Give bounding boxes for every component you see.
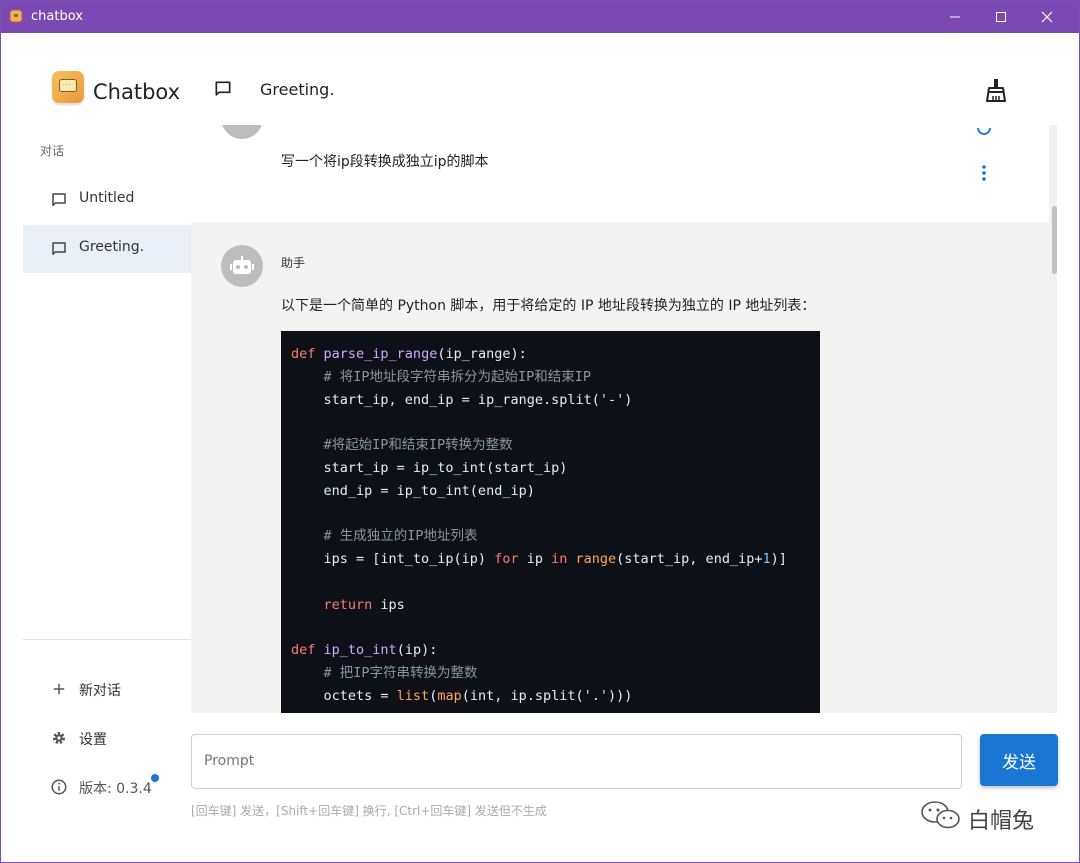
settings-button[interactable]: 设置 xyxy=(23,717,191,761)
prompt-input[interactable] xyxy=(204,753,944,769)
sidebar: ··· Chatbox 对话 Untitled Greeting. 新对话 设置… xyxy=(23,33,191,862)
conversations-section-label: 对话 xyxy=(40,144,65,158)
sidebar-item-greeting[interactable]: Greeting. xyxy=(23,225,191,273)
code-line: #将起始IP和结束IP转换为整数 xyxy=(323,437,513,454)
keyboard-hint: [回车键] 发送，[Shift+回车键] 换行, [Ctrl+回车键] 发送但不… xyxy=(191,804,547,818)
chat-bubble-icon xyxy=(52,193,66,206)
sidebar-item-untitled[interactable]: Untitled xyxy=(23,176,191,224)
clean-button[interactable] xyxy=(985,78,1007,106)
user-avatar xyxy=(221,125,263,139)
close-button[interactable] xyxy=(1024,1,1070,33)
watermark-text: 白帽兔 xyxy=(968,809,1035,834)
new-chat-button[interactable]: 新对话 xyxy=(23,668,191,712)
assistant-message-text: 以下是一个简单的 Python 脚本，用于将给定的 IP 地址段转换为独立的 I… xyxy=(281,298,816,314)
close-icon xyxy=(1041,11,1053,23)
send-button[interactable]: 发送 xyxy=(980,734,1058,786)
scrollbar-thumb[interactable] xyxy=(1052,206,1057,274)
broom-icon xyxy=(986,79,1006,102)
code-content: def parse_ip_range(ip_range): # 将IP地址段字符… xyxy=(291,343,787,708)
title-bar: chatbox xyxy=(1,1,1079,33)
code-line: # 将IP地址段字符串拆分为起始IP和结束IP xyxy=(323,368,592,385)
code-line: start_ip = ip_to_int(start_ip) xyxy=(291,459,568,476)
user-message: 写一个将ip段转换成独立ip的脚本 xyxy=(191,125,1055,222)
code-line: start_ip, end_ip = ip_range.split('-') xyxy=(291,391,633,408)
version-item[interactable]: 版本: 0.3.4 xyxy=(23,766,191,810)
assistant-avatar xyxy=(221,245,263,287)
maximize-icon xyxy=(996,12,1006,22)
code-line: end_ip = ip_to_int(end_ip) xyxy=(291,482,535,499)
code-block: def parse_ip_range(ip_range): # 将IP地址段字符… xyxy=(281,331,820,713)
more-vertical-icon[interactable] xyxy=(979,163,989,183)
gear-icon xyxy=(53,732,65,744)
chat-header: Greeting. xyxy=(191,33,1061,125)
code-line: def ip_to_int(ip): xyxy=(291,642,438,659)
conversation-label: Greeting. xyxy=(79,239,145,255)
sidebar-divider xyxy=(23,639,191,640)
update-badge xyxy=(151,774,159,782)
app-window: chatbox ··· Chatbox 对话 Untitled Greeting… xyxy=(0,0,1080,863)
assistant-message: 助手 以下是一个简单的 Python 脚本，用于将给定的 IP 地址段转换为独立… xyxy=(191,222,1055,713)
message-list[interactable]: 写一个将ip段转换成独立ip的脚本 助手 以下是一个简单的 Python 脚本，… xyxy=(191,125,1055,713)
chat-bubble-icon xyxy=(52,242,66,255)
user-message-text: 写一个将ip段转换成独立ip的脚本 xyxy=(281,154,489,170)
assistant-name: 助手 xyxy=(281,256,306,270)
chatbox-app-icon xyxy=(10,10,22,22)
chat-title: Greeting. xyxy=(260,80,335,99)
wechat-icon xyxy=(921,801,960,829)
code-line: def parse_ip_range(ip_range): xyxy=(291,346,527,362)
info-icon xyxy=(51,779,67,795)
version-label: 版本: 0.3.4 xyxy=(79,781,152,797)
maximize-button[interactable] xyxy=(978,1,1024,33)
conversation-label: Untitled xyxy=(79,190,135,206)
code-line: # 把IP字符串转换为整数 xyxy=(323,665,478,682)
code-line: return ips xyxy=(323,596,405,613)
window-title: chatbox xyxy=(31,9,83,24)
chatbox-logo-icon: ··· xyxy=(52,71,84,103)
brand-name: Chatbox xyxy=(93,80,181,104)
minimize-icon xyxy=(950,16,960,18)
new-chat-label: 新对话 xyxy=(79,683,121,699)
settings-label: 设置 xyxy=(79,732,107,748)
minimize-button[interactable] xyxy=(932,1,978,33)
plus-icon xyxy=(53,683,65,695)
loading-spinner-icon xyxy=(977,127,991,135)
chat-bubble-icon xyxy=(215,81,231,96)
code-line: # 生成独立的IP地址列表 xyxy=(323,528,478,545)
robot-icon xyxy=(230,256,254,274)
code-line: octets = list(map(int, ip.split('.'))) xyxy=(291,687,633,704)
code-line: ips = [int_to_ip(ip) for ip in range(sta… xyxy=(291,551,787,568)
prompt-box xyxy=(191,734,962,789)
